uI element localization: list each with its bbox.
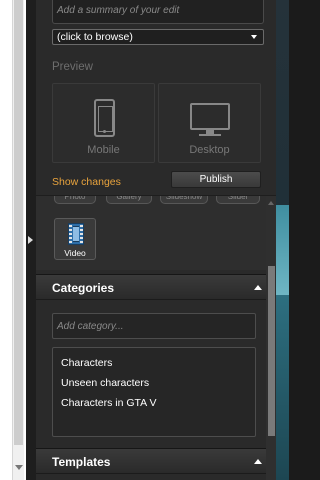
- browse-select[interactable]: (click to browse): [52, 29, 264, 45]
- edit-summary-input[interactable]: Add a summary of your edit: [52, 0, 264, 24]
- left-scrollbar[interactable]: [12, 0, 24, 480]
- preview-mobile-label: Mobile: [87, 144, 120, 156]
- publish-button[interactable]: Publish: [171, 171, 261, 188]
- editor-side-panel: Add a summary of your edit (click to bro…: [36, 0, 276, 480]
- slideshow-button[interactable]: Slideshow: [160, 196, 208, 204]
- add-category-input[interactable]: Add category...: [52, 313, 256, 339]
- browse-select-value: (click to browse): [57, 31, 133, 43]
- templates-title: Templates: [52, 455, 111, 469]
- panel-collapse-strip[interactable]: [26, 0, 36, 480]
- scroll-down-arrow-icon[interactable]: [15, 465, 23, 470]
- preview-heading: Preview: [52, 61, 93, 73]
- collapse-up-arrow-icon[interactable]: [254, 285, 262, 290]
- show-changes-link[interactable]: Show changes: [52, 176, 121, 188]
- video-button[interactable]: Video: [54, 218, 96, 260]
- preview-mobile-button[interactable]: Mobile: [52, 83, 155, 163]
- gallery-button[interactable]: Gallery: [106, 196, 152, 204]
- preview-desktop-button[interactable]: Desktop: [158, 83, 261, 163]
- templates-section-header[interactable]: Templates: [36, 448, 266, 474]
- panel-scrollbar-thumb[interactable]: [268, 266, 275, 436]
- scroll-up-arrow-icon[interactable]: [268, 201, 274, 205]
- video-label: Video: [64, 248, 86, 258]
- category-list: Characters Unseen characters Characters …: [52, 347, 256, 437]
- category-item[interactable]: Characters in GTA V: [61, 397, 157, 409]
- photo-button[interactable]: Photo: [54, 196, 96, 204]
- collapse-up-arrow-icon[interactable]: [254, 459, 262, 464]
- categories-section-header[interactable]: Categories: [36, 274, 266, 300]
- panel-scrollbar[interactable]: [266, 196, 276, 480]
- category-item[interactable]: Characters: [61, 357, 112, 369]
- left-scrollbar-thumb[interactable]: [14, 0, 23, 445]
- slider-button[interactable]: Slider: [216, 196, 260, 204]
- preview-desktop-label: Desktop: [189, 144, 230, 156]
- collapse-arrow-icon[interactable]: [28, 236, 33, 244]
- film-strip-icon: [68, 223, 84, 245]
- background-image-edge: [276, 0, 289, 480]
- caret-down-icon: [251, 35, 257, 39]
- desktop-monitor-icon: [190, 103, 230, 130]
- category-item[interactable]: Unseen characters: [61, 377, 149, 389]
- media-buttons-area: Photo Gallery Slideshow Slider Video: [36, 196, 276, 270]
- categories-title: Categories: [52, 281, 115, 295]
- smartphone-icon: [94, 99, 115, 137]
